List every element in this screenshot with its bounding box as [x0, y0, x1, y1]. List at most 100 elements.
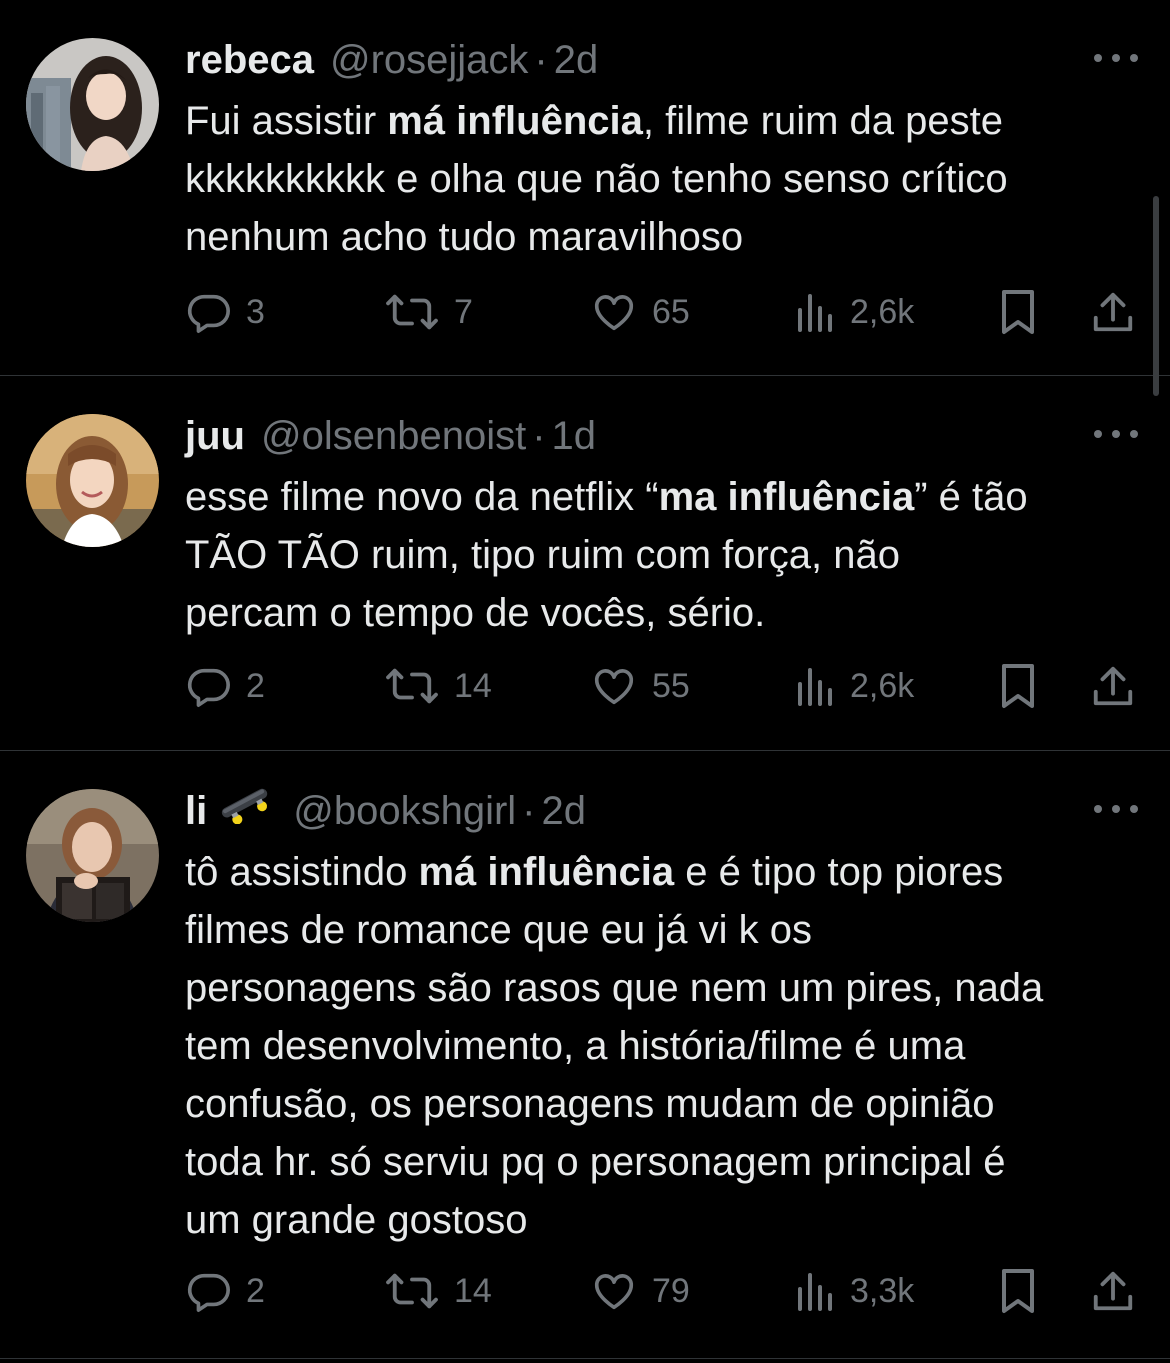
tweet-text-line: kkkkkkkkkk e olha que não tenho senso cr…: [185, 150, 1145, 208]
username[interactable]: @olsenbenoist: [261, 408, 526, 464]
bookmark-icon: [998, 662, 1038, 710]
more-icon[interactable]: [1094, 426, 1138, 442]
scrollbar[interactable]: [1153, 196, 1159, 396]
tweet[interactable]: li @bookshgirl · 2d tô assistindo má inf…: [0, 751, 1170, 1359]
text-segment: ” é tão: [914, 475, 1028, 519]
text-segment: esse filme novo da netflix “: [185, 475, 659, 519]
tweet[interactable]: juu @olsenbenoist · 1d esse filme novo d…: [0, 376, 1170, 751]
avatar[interactable]: [26, 789, 159, 922]
tweet-text-line: percam o tempo de vocês, sério.: [185, 584, 1145, 642]
display-name[interactable]: li: [185, 783, 207, 839]
tweet-text-line: tem desenvolvimento, a história/filme é …: [185, 1017, 1145, 1075]
text-segment: kkkkkkkkkk e olha que não tenho senso cr…: [185, 157, 1008, 201]
like-count: 65: [652, 292, 690, 331]
view-count: 2,6k: [850, 292, 915, 331]
tweet-text: esse filme novo da netflix “ma influênci…: [185, 468, 1145, 642]
text-segment: e é tipo top piores: [674, 850, 1004, 894]
bold-text: ma influência: [658, 475, 915, 519]
skateboard-icon: [217, 783, 273, 839]
tweet-text-line: confusão, os personagens mudam de opiniã…: [185, 1075, 1145, 1133]
avatar[interactable]: [26, 414, 159, 547]
views-button[interactable]: 3,3k: [796, 1265, 914, 1317]
username[interactable]: @bookshgirl: [293, 783, 516, 839]
reply-button[interactable]: 2: [186, 1265, 265, 1317]
timeline: rebeca @rosejjack · 2d Fui assistir má i…: [0, 0, 1170, 1363]
reply-icon: [186, 289, 232, 335]
bookmark-icon: [998, 1267, 1038, 1315]
retweet-count: 14: [454, 1271, 492, 1310]
more-icon[interactable]: [1094, 50, 1138, 66]
retweet-icon: [384, 663, 440, 709]
more-icon[interactable]: [1094, 801, 1138, 817]
tweet-text-line: nenhum acho tudo maravilhoso: [185, 208, 1145, 266]
tweet-header: juu @olsenbenoist · 1d: [185, 408, 596, 464]
text-segment: TÃO TÃO ruim, tipo ruim com força, não: [185, 533, 901, 577]
heart-icon: [590, 289, 638, 335]
separator: ·: [522, 789, 536, 833]
like-count: 55: [652, 666, 690, 705]
action-bar: 2 14 55 2,6k: [0, 660, 1170, 712]
retweet-icon: [384, 289, 440, 335]
share-button[interactable]: [1090, 286, 1136, 338]
views-icon: [796, 292, 836, 332]
tweet-text: Fui assistir má influência, filme ruim d…: [185, 92, 1145, 266]
reply-button[interactable]: 3: [186, 286, 265, 338]
text-segment: nenhum acho tudo maravilhoso: [185, 215, 744, 259]
view-count: 2,6k: [850, 666, 915, 705]
reply-count: 3: [246, 292, 265, 331]
tweet-text-line: personagens são rasos que nem um pires, …: [185, 959, 1145, 1017]
text-segment: toda hr. só serviu pq o personagem princ…: [185, 1140, 1006, 1184]
action-bar: 2 14 79 3,3k: [0, 1265, 1170, 1317]
reply-icon: [186, 1268, 232, 1314]
timestamp[interactable]: 2d: [554, 32, 599, 88]
bookmark-button[interactable]: [998, 286, 1038, 338]
tweet-text: tô assistindo má influência e é tipo top…: [185, 843, 1145, 1249]
reply-count: 2: [246, 1271, 265, 1310]
views-button[interactable]: 2,6k: [796, 660, 914, 712]
like-button[interactable]: 65: [590, 286, 690, 338]
tweet-text-line: esse filme novo da netflix “ma influênci…: [185, 468, 1145, 526]
text-segment: percam o tempo de vocês, sério.: [185, 591, 766, 635]
retweet-button[interactable]: 14: [384, 660, 492, 712]
retweet-button[interactable]: 14: [384, 1265, 492, 1317]
avatar[interactable]: [26, 38, 159, 171]
reply-button[interactable]: 2: [186, 660, 265, 712]
separator: ·: [532, 414, 546, 458]
text-segment: personagens são rasos que nem um pires, …: [185, 966, 1044, 1010]
tweet-header: rebeca @rosejjack · 2d: [185, 32, 598, 88]
text-segment: Fui assistir: [185, 99, 388, 143]
share-button[interactable]: [1090, 660, 1136, 712]
tweet-text-line: Fui assistir má influência, filme ruim d…: [185, 92, 1145, 150]
bookmark-icon: [998, 288, 1038, 336]
tweet-text-line: tô assistindo má influência e é tipo top…: [185, 843, 1145, 901]
share-button[interactable]: [1090, 1265, 1136, 1317]
timestamp[interactable]: 2d: [542, 783, 587, 839]
bold-text: má influência: [418, 850, 675, 894]
bookmark-button[interactable]: [998, 1265, 1038, 1317]
tweet-text-line: filmes de romance que eu já vi k os: [185, 901, 1145, 959]
display-name[interactable]: rebeca: [185, 32, 314, 88]
like-count: 79: [652, 1271, 690, 1310]
views-icon: [796, 1271, 836, 1311]
text-segment: um grande gostoso: [185, 1198, 528, 1242]
text-segment: , filme ruim da peste: [642, 99, 1004, 143]
timestamp[interactable]: 1d: [552, 408, 597, 464]
views-button[interactable]: 2,6k: [796, 286, 914, 338]
heart-icon: [590, 663, 638, 709]
share-icon: [1090, 289, 1136, 335]
tweet[interactable]: rebeca @rosejjack · 2d Fui assistir má i…: [0, 0, 1170, 376]
like-button[interactable]: 79: [590, 1265, 690, 1317]
tweet-header: li @bookshgirl · 2d: [185, 783, 586, 839]
username[interactable]: @rosejjack: [330, 32, 528, 88]
retweet-button[interactable]: 7: [384, 286, 473, 338]
bookmark-button[interactable]: [998, 660, 1038, 712]
retweet-count: 7: [454, 292, 473, 331]
bold-text: má influência: [387, 99, 643, 143]
like-button[interactable]: 55: [590, 660, 690, 712]
retweet-icon: [384, 1268, 440, 1314]
share-icon: [1090, 1268, 1136, 1314]
view-count: 3,3k: [850, 1271, 915, 1310]
heart-icon: [590, 1268, 638, 1314]
retweet-count: 14: [454, 666, 492, 705]
display-name[interactable]: juu: [185, 408, 245, 464]
